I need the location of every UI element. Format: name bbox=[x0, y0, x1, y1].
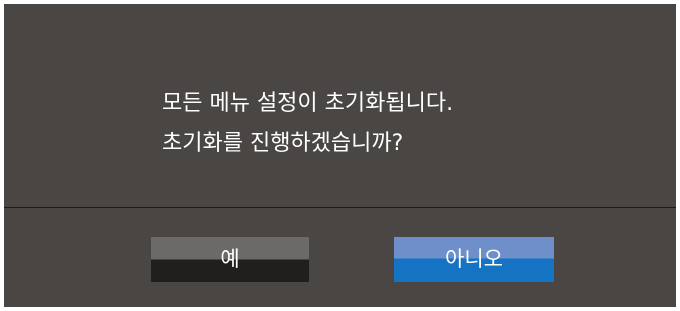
no-button[interactable]: 아니오 bbox=[394, 237, 554, 282]
yes-button[interactable]: 예 bbox=[151, 237, 309, 282]
message-line-2: 초기화를 진행하겠습니까? bbox=[162, 131, 404, 156]
message-line-1: 모든 메뉴 설정이 초기화됩니다. bbox=[162, 91, 454, 116]
dialog-message: 모든 메뉴 설정이 초기화됩니다. 초기화를 진행하겠습니까? bbox=[162, 84, 453, 164]
reset-confirm-dialog: 모든 메뉴 설정이 초기화됩니다. 초기화를 진행하겠습니까? 예 아니오 bbox=[4, 4, 676, 307]
dialog-divider bbox=[4, 207, 676, 208]
